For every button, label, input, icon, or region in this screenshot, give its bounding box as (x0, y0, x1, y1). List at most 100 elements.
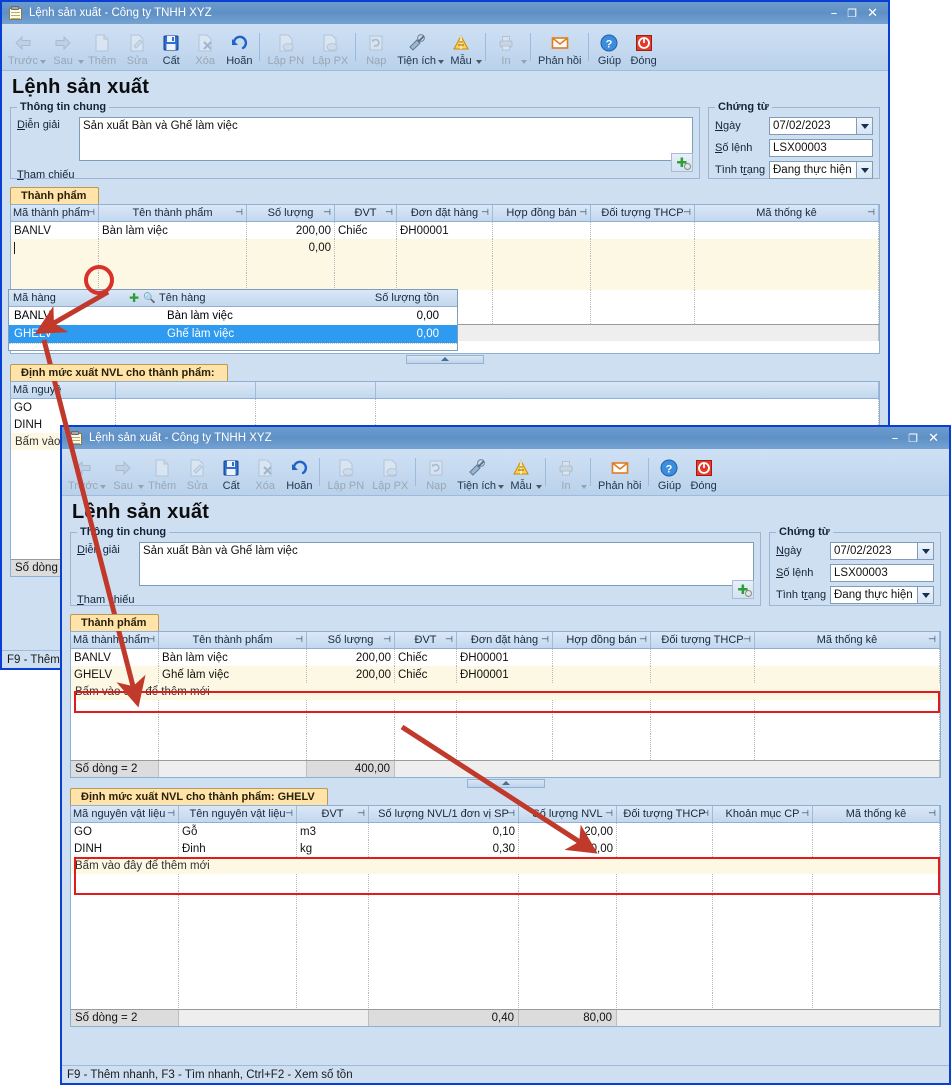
toolbar-button-đóng[interactable]: Đóng (626, 31, 660, 69)
cell[interactable] (71, 976, 179, 993)
cell[interactable] (713, 908, 813, 925)
toolbar-button-xóa[interactable]: Xóa (188, 31, 222, 69)
col-m-th-ng-k-[interactable]: Mã thống kê ⊣ (755, 632, 940, 648)
cell[interactable] (71, 993, 179, 1010)
toolbar-button-phản-hồi[interactable]: Phản hồi (594, 456, 645, 494)
col-m-th-ng-k-[interactable]: Mã thống kê ⊣ (695, 205, 879, 221)
cell[interactable] (813, 942, 940, 959)
table-row[interactable] (71, 942, 940, 959)
cell[interactable]: 200,00 (307, 649, 395, 666)
toolbar-button-thêm[interactable]: Thêm (84, 31, 120, 69)
cell[interactable] (617, 908, 713, 925)
column-pin-icon[interactable]: ⊣ (323, 208, 331, 218)
toolbar-button-hoãn[interactable]: Hoãn (282, 456, 316, 494)
cell[interactable] (493, 239, 591, 256)
cell[interactable] (307, 717, 395, 734)
cell[interactable] (713, 993, 813, 1010)
cell[interactable] (179, 959, 297, 976)
products-grid-header-back[interactable]: Mã thành phẩm ⊣ Tên thành phẩm ⊣ Số lượng ⊣ ĐV… (11, 205, 879, 222)
material-qty[interactable] (376, 399, 879, 416)
col--n-t-h-ng[interactable]: Đơn đặt hàng ⊣ (397, 205, 493, 221)
cell[interactable]: m3 (297, 823, 369, 840)
cell[interactable] (395, 717, 457, 734)
toolbar-button-mẫu[interactable]: Mẫu (504, 456, 538, 494)
cell[interactable]: Gỗ (179, 823, 297, 840)
description-input[interactable] (79, 117, 693, 161)
cell[interactable] (591, 256, 695, 273)
cell[interactable] (99, 273, 247, 290)
cell[interactable] (297, 908, 369, 925)
list-item[interactable]: GHELV Ghế làm việc 0,00 (9, 325, 457, 343)
cell[interactable] (553, 717, 651, 734)
products-grid-header-front[interactable]: Mã thành phẩm ⊣ Tên thành phẩm ⊣ Số lượng ⊣ ĐV… (71, 632, 940, 649)
cell[interactable] (71, 925, 179, 942)
cell[interactable] (695, 273, 879, 290)
window-buttons-front[interactable]: – ❐ ✕ (892, 432, 945, 445)
minimize-button[interactable]: – (892, 432, 899, 445)
toolbar-button-in[interactable]: In (549, 456, 583, 494)
cell[interactable] (695, 222, 879, 239)
cell[interactable]: 200,00 (307, 666, 395, 683)
cell[interactable] (297, 891, 369, 908)
cell[interactable] (519, 891, 617, 908)
cell[interactable] (369, 925, 519, 942)
table-row[interactable] (11, 256, 879, 273)
col-s-l-ng[interactable]: Số lượng ⊣ (307, 632, 395, 648)
cell-editing[interactable] (11, 239, 99, 256)
cell[interactable] (755, 649, 940, 666)
cell[interactable]: 20,00 (519, 823, 617, 840)
date-value[interactable]: 07/02/2023 (769, 117, 857, 135)
cell[interactable]: 60,00 (519, 840, 617, 857)
cell[interactable]: Chiếc (395, 666, 457, 683)
cell[interactable] (651, 649, 755, 666)
lookup-col-ma-hang[interactable]: Mã hàng (9, 292, 129, 304)
cell[interactable] (493, 273, 591, 290)
table-row[interactable] (71, 908, 940, 925)
cell[interactable] (713, 959, 813, 976)
order-no-value[interactable]: LSX00003 (769, 139, 873, 157)
order-no-field[interactable]: Số lệnh LSX00003 (776, 564, 934, 582)
col-ten-nguyen-vat-lieu[interactable] (116, 382, 256, 398)
cell[interactable] (813, 993, 940, 1010)
col--i-t-ng-thcp[interactable]: Đối tượng THCP ⊣ (591, 205, 695, 221)
cell[interactable]: GHELV (71, 666, 159, 683)
cell[interactable]: Ghế làm việc (159, 666, 307, 683)
column-pin-icon[interactable]: ⊣ (579, 208, 587, 218)
cell[interactable] (179, 891, 297, 908)
col-kho-n-m-c-cp[interactable]: Khoản mục CP ⊣ (713, 806, 813, 822)
cell[interactable] (99, 239, 247, 256)
cell[interactable] (11, 256, 99, 273)
cell[interactable] (755, 717, 940, 734)
cell[interactable] (369, 959, 519, 976)
cell[interactable] (813, 840, 940, 857)
cell[interactable] (395, 734, 457, 751)
cell[interactable] (369, 942, 519, 959)
col--vt[interactable]: ĐVT ⊣ (395, 632, 457, 648)
cell[interactable] (179, 908, 297, 925)
column-pin-icon[interactable]: ⊣ (639, 635, 647, 645)
column-pin-icon[interactable]: ⊣ (928, 809, 936, 819)
materials-grid-header-front[interactable]: Mã nguyên vật liệu ⊣ Tên nguyên vật liệu ⊣ Đ… (71, 806, 940, 823)
cell[interactable] (457, 700, 553, 717)
cell[interactable] (713, 823, 813, 840)
binoculars-icon[interactable]: 🔍 (143, 293, 159, 304)
col-s-l-ng-nvl[interactable]: Số lượng NVL ⊣ (519, 806, 617, 822)
cell[interactable] (519, 874, 617, 891)
material-name[interactable] (116, 399, 256, 416)
col--i-t-ng-thcp[interactable]: Đối tượng THCP ⊣ (651, 632, 755, 648)
toolbar-button-lập-pn[interactable]: Lập PN (323, 456, 368, 494)
toolbar-button-lập-px[interactable]: Lập PX (368, 456, 412, 494)
col-h-p-ng-b-n[interactable]: Hợp đồng bán ⊣ (553, 632, 651, 648)
product-lookup-popup[interactable]: Mã hàng ✚ 🔍 Tên hàng Số lượng tồn BANLV … (8, 289, 458, 351)
col-s-l-ng-nvl-1-n-v-sp[interactable]: Số lượng NVL/1 đơn vị SP ⊣ (369, 806, 519, 822)
cell[interactable] (493, 307, 591, 324)
cell[interactable] (369, 908, 519, 925)
cell[interactable] (71, 942, 179, 959)
add-new-hint-materials[interactable]: Bấm vào đây để thêm mới (71, 857, 940, 874)
cell[interactable] (397, 273, 493, 290)
table-row-editing[interactable]: 0,00 (11, 239, 879, 256)
toolbar-button-sửa[interactable]: Sửa (120, 31, 154, 69)
column-pin-icon[interactable]: ⊣ (383, 635, 391, 645)
cell[interactable] (713, 976, 813, 993)
table-row[interactable] (71, 959, 940, 976)
